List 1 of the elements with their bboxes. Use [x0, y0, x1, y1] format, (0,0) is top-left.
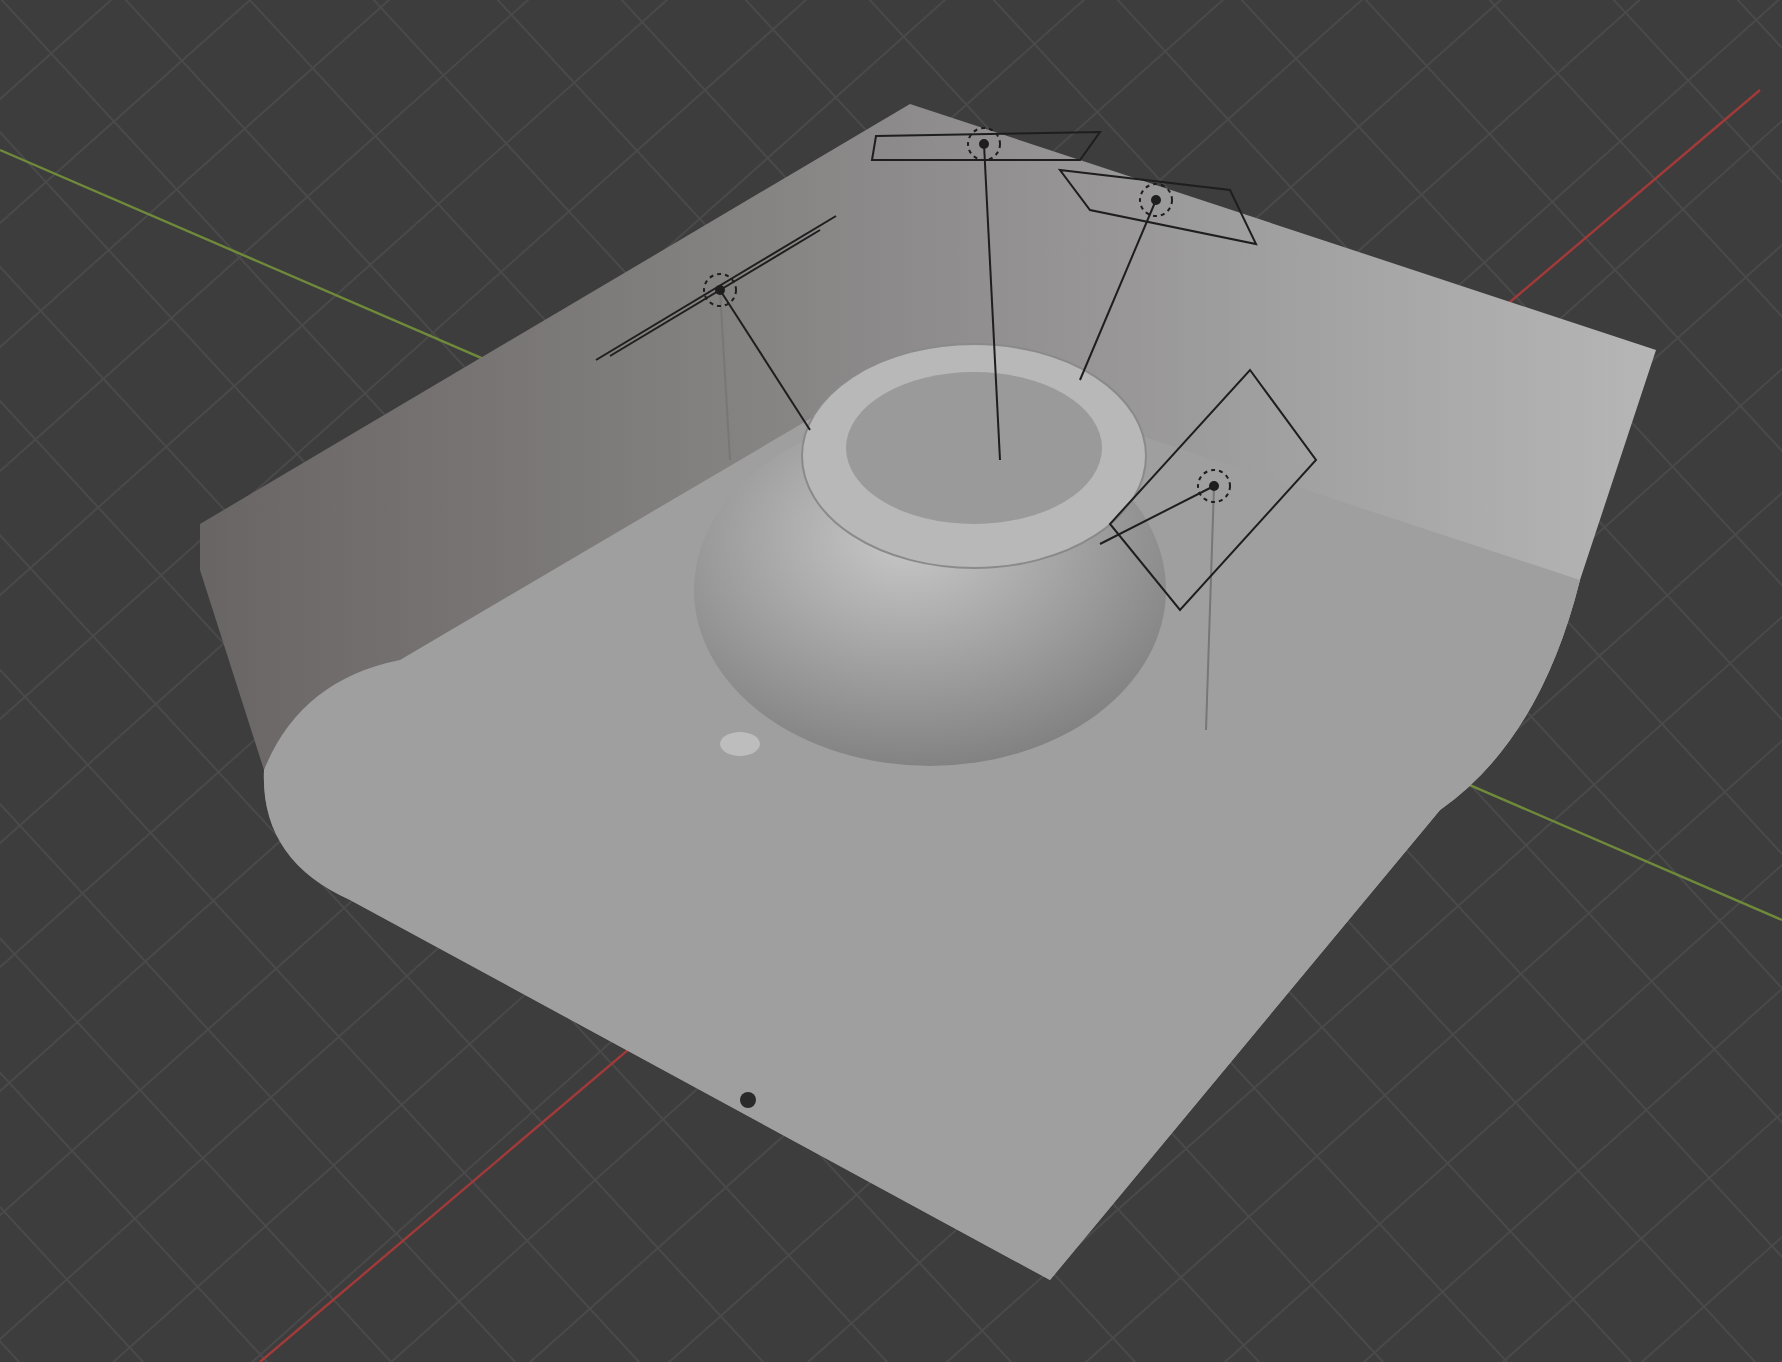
origin-point-icon: [740, 1092, 756, 1108]
